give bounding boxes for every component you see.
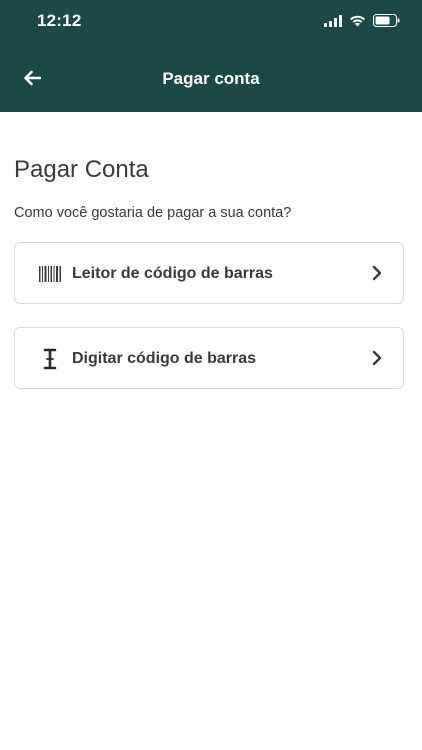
status-bar: 12:12 [0, 0, 422, 44]
wifi-icon [350, 15, 365, 27]
header-title: Pagar conta [162, 69, 260, 88]
option-label: Digitar código de barras [72, 350, 257, 367]
status-icons [324, 14, 400, 27]
page-title: Pagar Conta [14, 156, 149, 183]
status-time: 12:12 [37, 11, 82, 30]
type-barcode-option[interactable]: Digitar código de barras [14, 327, 404, 389]
barcode-reader-option[interactable]: Leitor de código de barras [14, 242, 404, 304]
app-header: Pagar conta [0, 44, 422, 112]
chevron-right-icon [372, 350, 382, 366]
battery-icon [373, 14, 400, 27]
barcode-icon [39, 263, 61, 285]
text-cursor-icon [39, 348, 61, 370]
chevron-right-icon [372, 265, 382, 281]
page-subtitle: Como você gostaria de pagar a sua conta? [14, 205, 292, 221]
option-label: Leitor de código de barras [72, 265, 273, 282]
signal-icon [324, 14, 342, 27]
